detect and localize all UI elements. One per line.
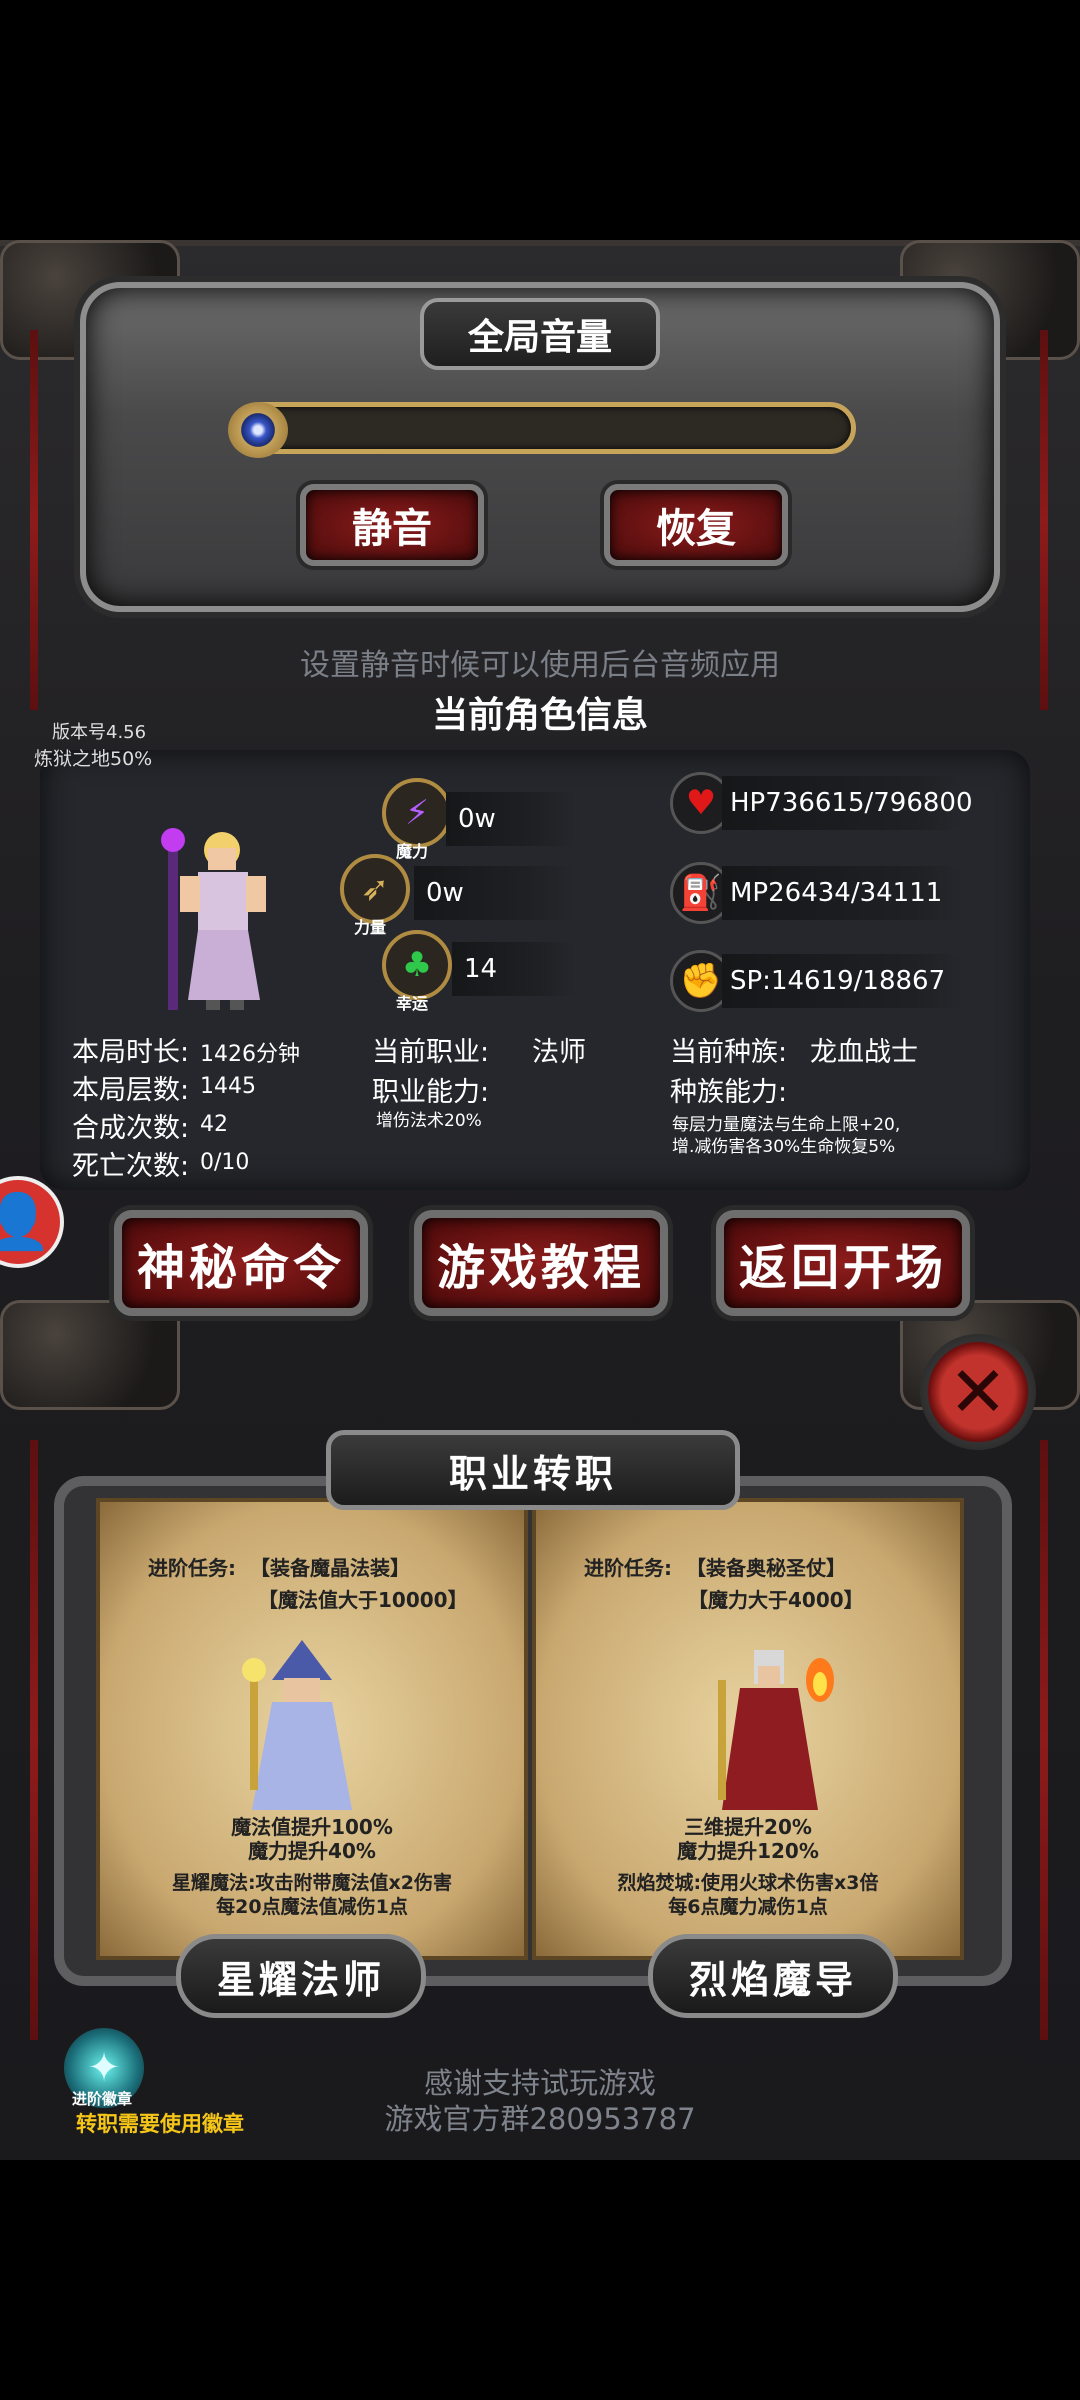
volume-slider[interactable] (236, 402, 856, 454)
left-bonus1: 魔法值提升100% (231, 1815, 393, 1839)
right-task-req: 【魔力大于4000】 (688, 1588, 864, 1612)
magic-stat-value: 0w (446, 792, 576, 846)
right-task-prefix: 进阶任务: (584, 1556, 672, 1580)
floors-value: 1445 (200, 1074, 256, 1099)
version-label: 版本号4.56 (52, 722, 147, 743)
purgatory-progress: 炼狱之地50% (34, 748, 153, 770)
race-value: 龙血战士 (810, 1037, 918, 1068)
left-task-req: 【魔法值大于10000】 (258, 1588, 468, 1612)
death-label: 死亡次数: (72, 1151, 190, 1182)
left-skill1: 星耀魔法:攻击附带魔法值x2伤害 (171, 1872, 453, 1894)
right-bonus2: 魔力提升120% (677, 1839, 819, 1863)
secret-command-button[interactable]: 神秘命令 (114, 1210, 368, 1316)
volume-slider-knob[interactable] (228, 402, 288, 458)
right-skill1: 烈焰焚城:使用火球术伤害x3倍 (617, 1872, 879, 1894)
advance-badge-label: 进阶徽章 (72, 2090, 133, 2108)
magic-stat-label: 魔力 (396, 842, 429, 861)
race-ability-line1: 每层力量魔法与生命上限+20, (672, 1115, 901, 1135)
left-bonus2: 魔力提升40% (248, 1839, 376, 1863)
frame-red-line-left-lower (30, 1440, 38, 2040)
character-sprite (161, 828, 266, 1010)
job-change-title: 职业转职 (326, 1430, 740, 1510)
star-mage-sprite (242, 1640, 352, 1810)
character-section-title: 当前角色信息 (431, 695, 648, 736)
luck-stat-value: 14 (452, 942, 576, 996)
close-icon[interactable]: ✕ (920, 1334, 1036, 1450)
star-mage-button[interactable]: 星耀法师 (176, 1934, 426, 2018)
left-skill2: 每20点魔法值减伤1点 (216, 1896, 408, 1918)
volume-title: 全局音量 (420, 298, 660, 370)
left-task-item: 【装备魔晶法装】 (250, 1556, 410, 1580)
job-label: 当前职业: (372, 1037, 490, 1068)
frame-corner-mid-left (0, 1300, 180, 1410)
right-task-item: 【装备奥秘圣仗】 (686, 1556, 846, 1580)
frame-red-line-right-lower (1040, 1440, 1048, 2040)
synth-label: 合成次数: (72, 1113, 190, 1144)
left-task-prefix: 进阶任务: (148, 1556, 236, 1580)
flame-mage-button[interactable]: 烈焰魔导 (648, 1934, 898, 2018)
death-value: 0/10 (200, 1150, 250, 1175)
return-start-button[interactable]: 返回开场 (716, 1210, 970, 1316)
duration-label: 本局时长: (72, 1037, 190, 1068)
race-label: 当前种族: (670, 1037, 788, 1068)
luck-stat-label: 幸运 (396, 994, 429, 1013)
duration-value: 1426分钟 (200, 1042, 300, 1067)
race-ability-label: 种族能力: (670, 1077, 788, 1108)
floors-label: 本局层数: (72, 1075, 190, 1106)
job-value: 法师 (532, 1037, 586, 1068)
strength-stat-label: 力量 (354, 918, 387, 937)
synth-value: 42 (200, 1112, 228, 1137)
tutorial-button[interactable]: 游戏教程 (414, 1210, 668, 1316)
restore-button[interactable]: 恢复 (604, 484, 788, 566)
volume-hint: 设置静音时候可以使用后台音频应用 (300, 648, 780, 683)
right-skill2: 每6点魔力减伤1点 (668, 1896, 828, 1918)
hp-value: HP736615/796800 (722, 776, 973, 830)
sp-value: SP:14619/18867 (722, 954, 962, 1008)
flame-mage-sprite (718, 1650, 834, 1810)
badge-requirement-note: 转职需要使用徽章 (76, 2112, 244, 2136)
job-ability-value: 增伤法术20% (376, 1111, 482, 1131)
strength-stat-value: 0w (414, 866, 574, 920)
mp-value: MP26434/34111 (722, 866, 962, 920)
right-bonus1: 三维提升20% (684, 1815, 812, 1839)
race-ability-line2: 增.减伤害各30%生命恢复5% (672, 1137, 896, 1157)
mute-button[interactable]: 静音 (300, 484, 484, 566)
job-ability-label: 职业能力: (372, 1077, 490, 1108)
